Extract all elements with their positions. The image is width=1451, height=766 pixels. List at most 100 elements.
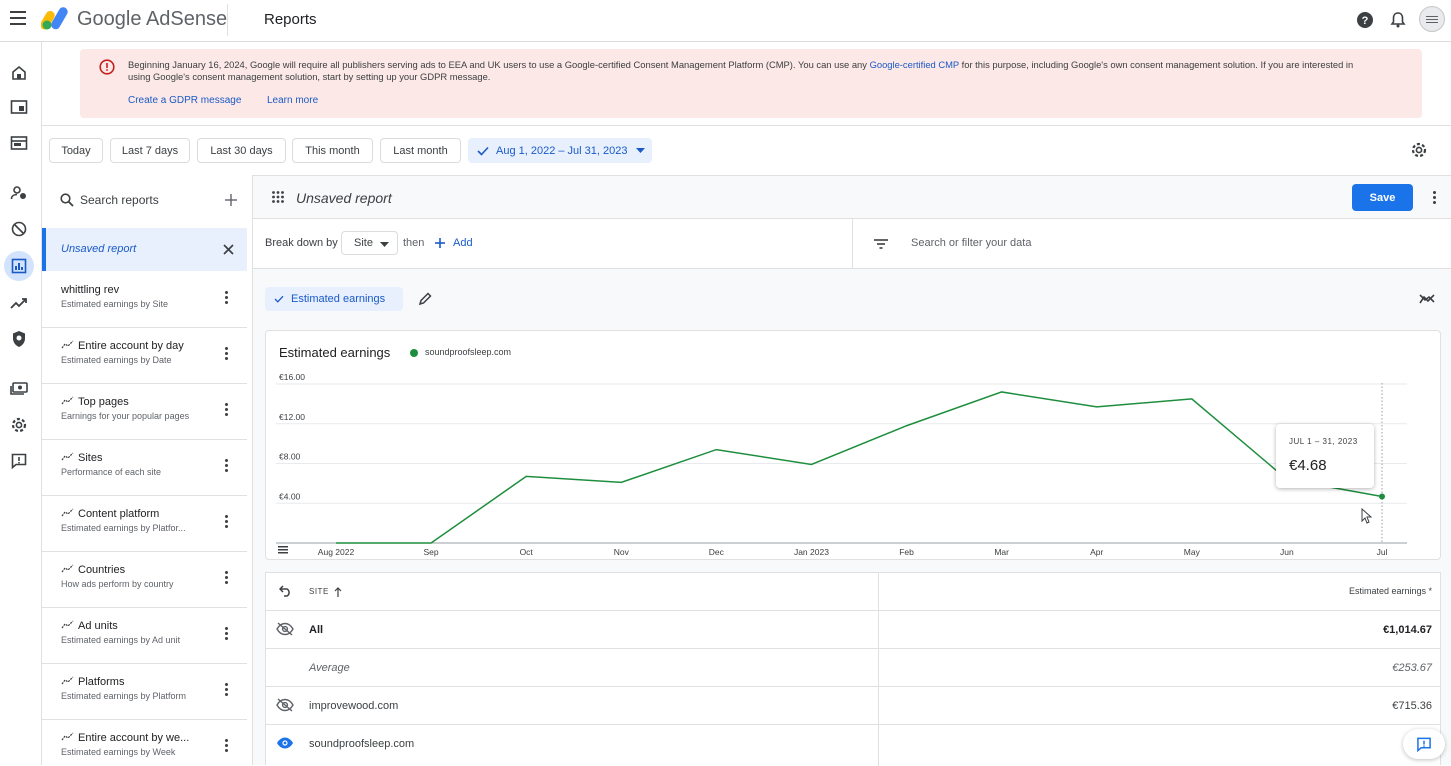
report-item-name: Countries xyxy=(78,564,126,576)
banner-divider xyxy=(42,125,1451,126)
report-item-menu-icon[interactable] xyxy=(225,347,229,361)
report-list-item[interactable]: Content platform Estimated earnings by Pl… xyxy=(42,496,247,552)
blocking-controls-icon[interactable] xyxy=(8,218,30,240)
active-report-item[interactable]: Unsaved report xyxy=(42,228,247,271)
create-gdpr-message-link[interactable]: Create a GDPR message xyxy=(128,95,241,106)
certified-cmp-link[interactable]: Google-certified CMP xyxy=(870,59,959,70)
report-item-menu-icon[interactable] xyxy=(225,459,229,473)
sites-icon[interactable] xyxy=(8,96,30,118)
settings-icon[interactable] xyxy=(8,414,30,436)
reports-icon[interactable] xyxy=(4,251,34,281)
report-item-menu-icon[interactable] xyxy=(225,403,229,417)
date-range-label: Aug 1, 2022 – Jul 31, 2023 xyxy=(496,144,628,157)
date-chip-last-30-days[interactable]: Last 30 days xyxy=(197,138,286,163)
breakdown-dimension-select[interactable]: Site xyxy=(341,231,398,255)
nav-rail xyxy=(0,42,42,765)
x-tick-label: Sep xyxy=(424,547,439,557)
report-item-title: Sites xyxy=(61,452,102,464)
breakdown-bar: Break down by Site then Add Search or fi… xyxy=(253,219,1451,269)
report-item-name: Sites xyxy=(78,452,103,464)
x-tick-label: Feb xyxy=(899,547,914,557)
report-title[interactable]: Unsaved report xyxy=(296,190,392,206)
report-title-bar: Unsaved report Save xyxy=(253,176,1451,219)
add-dimension-button[interactable]: Add xyxy=(453,237,473,249)
notifications-icon[interactable] xyxy=(1388,10,1408,30)
report-list-item[interactable]: Sites Performance of each site xyxy=(42,440,247,496)
table-row[interactable]: soundproofsleep.com xyxy=(266,725,1440,763)
report-list-item[interactable]: Ad units Estimated earnings by Ad unit xyxy=(42,608,247,664)
save-button[interactable]: Save xyxy=(1352,184,1413,211)
report-settings-gear-icon[interactable] xyxy=(1410,141,1428,159)
date-chip-this-month[interactable]: This month xyxy=(292,138,373,163)
add-report-icon[interactable] xyxy=(224,193,238,207)
site-column-header[interactable]: SITE xyxy=(309,587,329,596)
privacy-messaging-icon[interactable] xyxy=(8,182,30,204)
earnings-column-header[interactable]: Estimated earnings * xyxy=(1349,586,1432,596)
report-item-menu-icon[interactable] xyxy=(225,739,229,753)
date-chip-last-month[interactable]: Last month xyxy=(380,138,461,163)
account-avatar[interactable] xyxy=(1419,6,1445,32)
apps-grid-icon[interactable] xyxy=(272,191,284,203)
report-item-title: Top pages xyxy=(61,396,129,408)
filter-icon[interactable] xyxy=(874,239,888,249)
home-icon[interactable] xyxy=(8,62,30,84)
report-list-item[interactable]: Countries How ads perform by country xyxy=(42,552,247,608)
page-title: Reports xyxy=(264,11,317,28)
report-search[interactable]: Search reports xyxy=(42,175,252,227)
compare-trend-icon[interactable] xyxy=(1419,293,1435,305)
feedback-icon[interactable] xyxy=(8,450,30,472)
more-options-icon[interactable] xyxy=(1433,191,1436,206)
report-item-menu-icon[interactable] xyxy=(225,515,229,529)
series-line xyxy=(336,391,1383,544)
chart-title: Estimated earnings xyxy=(279,345,391,360)
svg-text:?: ? xyxy=(1362,15,1369,27)
breakdown-divider xyxy=(852,219,853,269)
help-icon[interactable]: ? xyxy=(1355,10,1375,30)
earnings-chart-card: Estimated earnings soundproofsleep.com €… xyxy=(265,330,1441,560)
chart-table-toggle-icon xyxy=(278,552,288,554)
ads-icon[interactable] xyxy=(8,132,30,154)
report-item-menu-icon[interactable] xyxy=(225,683,229,697)
cmp-alert-banner: Beginning January 16, 2024, Google will … xyxy=(80,49,1422,118)
report-item-menu-icon[interactable] xyxy=(225,291,229,305)
optimization-icon[interactable] xyxy=(8,292,30,314)
saved-reports-panel: Search reports Unsaved report whittling … xyxy=(42,175,253,765)
report-list-item[interactable]: Top pages Earnings for your popular pages xyxy=(42,384,247,440)
report-item-name: whittling rev xyxy=(61,284,120,296)
x-tick-label: Jan 2023 xyxy=(794,547,829,557)
visibility-icon[interactable] xyxy=(276,736,294,750)
x-tick-label: Nov xyxy=(614,547,630,557)
table-row[interactable]: improvewood.com €715.36 xyxy=(266,687,1440,725)
date-chip-last-7-days[interactable]: Last 7 days xyxy=(110,138,190,163)
report-list-item[interactable]: Entire account by we... Estimated earning… xyxy=(42,720,247,765)
report-item-menu-icon[interactable] xyxy=(225,571,229,585)
date-range-picker[interactable]: Aug 1, 2022 – Jul 31, 2023 xyxy=(468,138,652,163)
x-tick-label: Oct xyxy=(520,547,534,557)
learn-more-link[interactable]: Learn more xyxy=(267,95,318,106)
table-row[interactable]: All €1,014.67 xyxy=(266,611,1440,649)
report-item-description: Estimated earnings by Platfor... xyxy=(61,523,186,533)
earnings-line-chart[interactable]: €4.00 €8.00 €12.00 €16.00 Aug 2022 Sep Oct Nov D… xyxy=(266,371,1440,561)
visibility-off-icon[interactable] xyxy=(276,698,294,712)
report-list-item[interactable]: whittling rev Estimated earnings by Site xyxy=(42,272,247,328)
auto-generated-report-icon xyxy=(61,676,74,685)
visibility-off-icon[interactable] xyxy=(276,622,294,636)
brand-divider xyxy=(227,4,228,36)
metric-chip-estimated-earnings[interactable]: Estimated earnings xyxy=(265,287,403,311)
close-icon[interactable] xyxy=(223,244,234,255)
adsense-logo[interactable] xyxy=(41,6,69,30)
report-item-menu-icon[interactable] xyxy=(225,627,229,641)
policy-center-icon[interactable] xyxy=(8,328,30,350)
plus-icon[interactable] xyxy=(435,238,445,248)
report-item-title: Countries xyxy=(61,564,125,576)
undo-icon[interactable] xyxy=(279,585,292,597)
menu-icon[interactable] xyxy=(10,11,26,25)
date-chip-today[interactable]: Today xyxy=(49,138,103,163)
report-list-item[interactable]: Platforms Estimated earnings by Platform xyxy=(42,664,247,720)
payments-icon[interactable] xyxy=(8,378,30,400)
sort-ascending-icon[interactable] xyxy=(334,587,342,597)
edit-pencil-icon[interactable] xyxy=(418,292,432,306)
report-list-item[interactable]: Entire account by day Estimated earnings … xyxy=(42,328,247,384)
feedback-fab[interactable] xyxy=(1403,729,1445,759)
filter-input[interactable]: Search or filter your data xyxy=(911,237,1031,249)
